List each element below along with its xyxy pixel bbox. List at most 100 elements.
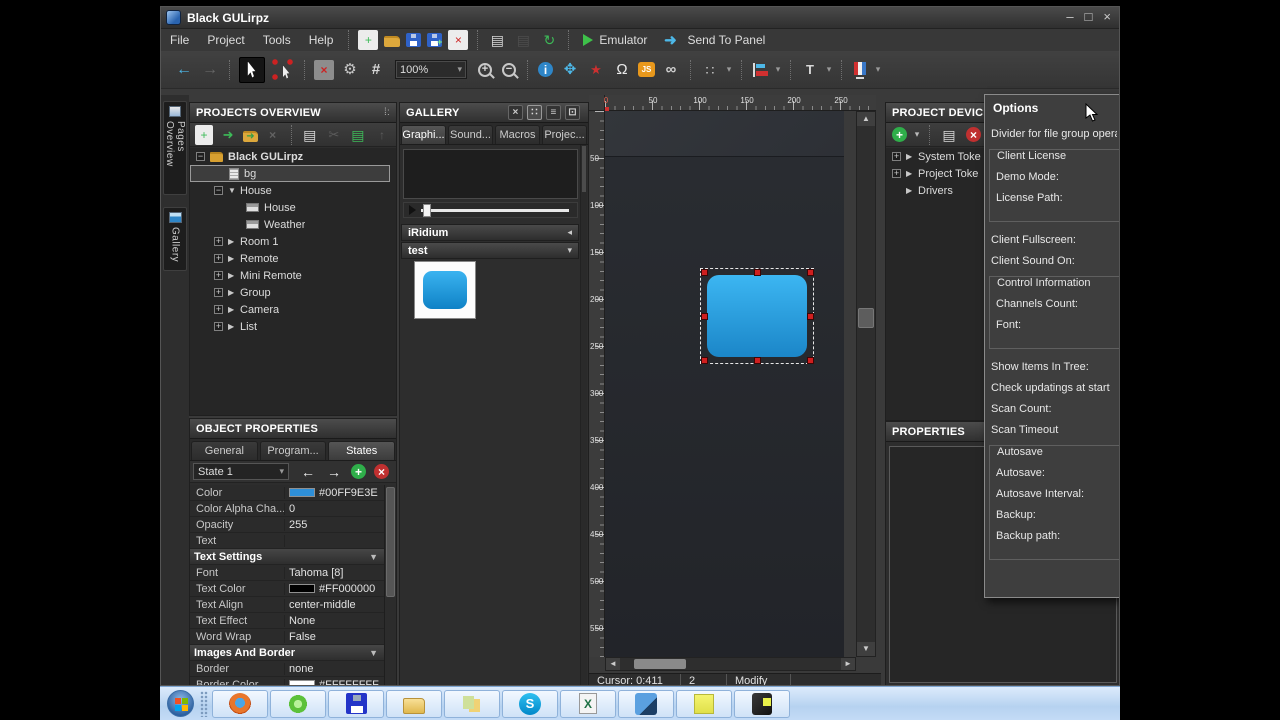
taskbar-item-notes[interactable] bbox=[676, 690, 732, 718]
text-tools-icon[interactable]: T bbox=[800, 60, 820, 80]
gallery-section-test[interactable]: test ▾ bbox=[401, 242, 579, 259]
tree-item-weather[interactable]: Weather bbox=[190, 216, 396, 233]
section-header-text-settings[interactable]: Text Settings▼ bbox=[190, 549, 384, 565]
open-gallery-folder-icon[interactable]: ➜ bbox=[243, 131, 257, 142]
property-value[interactable]: #FFFFFFFF bbox=[285, 679, 384, 687]
menu-file[interactable]: File bbox=[161, 33, 198, 47]
zoom-out-icon[interactable]: − bbox=[502, 63, 516, 77]
property-row-border-color[interactable]: Border Color#FFFFFFFF bbox=[190, 677, 384, 686]
tree-item-room-1[interactable]: +▶Room 1 bbox=[190, 233, 396, 250]
state-colors-icon[interactable] bbox=[851, 61, 869, 79]
clone-driver-icon[interactable]: ▤ bbox=[939, 125, 959, 145]
slider-track[interactable] bbox=[421, 209, 569, 212]
tree-item-bg[interactable]: bg bbox=[190, 165, 390, 182]
expander-plus-icon[interactable]: + bbox=[892, 152, 901, 161]
import-page-icon[interactable]: ➜ bbox=[219, 125, 237, 145]
undo-icon[interactable]: ← bbox=[174, 60, 194, 80]
property-value[interactable]: center-middle bbox=[285, 599, 384, 611]
items-grid-dropdown[interactable]: ▾ bbox=[724, 60, 734, 80]
tab-states[interactable]: States bbox=[328, 441, 395, 460]
scrollbar-thumb[interactable] bbox=[634, 659, 686, 669]
align-tools-dropdown[interactable]: ▾ bbox=[773, 60, 783, 80]
state-select[interactable]: State 1 ▾ bbox=[193, 463, 289, 480]
move-up-icon[interactable]: ↑ bbox=[373, 125, 391, 145]
link-icon[interactable]: ∞ bbox=[661, 60, 681, 80]
page-canvas[interactable] bbox=[605, 111, 844, 657]
option-backup-path[interactable]: Backup path: bbox=[996, 530, 1113, 542]
expander-plus-icon[interactable]: + bbox=[214, 288, 223, 297]
node-select-tool-icon[interactable] bbox=[271, 58, 295, 82]
transform-icon[interactable]: ✥ bbox=[560, 60, 580, 80]
tree-item-remote[interactable]: +▶Remote bbox=[190, 250, 396, 267]
menu-help[interactable]: Help bbox=[300, 33, 343, 47]
copy-icon[interactable]: ▤ bbox=[487, 30, 507, 50]
add-state-icon[interactable]: + bbox=[351, 464, 366, 479]
property-row-text[interactable]: Text bbox=[190, 533, 384, 549]
expander-plus-icon[interactable]: + bbox=[214, 237, 223, 246]
tab-sound[interactable]: Sound... bbox=[448, 125, 493, 144]
paste-page-icon[interactable]: ▤ bbox=[349, 125, 367, 145]
next-state-icon[interactable]: → bbox=[324, 462, 344, 482]
option-channels-count[interactable]: Channels Count: bbox=[996, 298, 1113, 310]
save-icon[interactable] bbox=[406, 33, 421, 47]
option-autosave-interval[interactable]: Autosave Interval: bbox=[996, 488, 1113, 500]
tab-program[interactable]: Program... bbox=[260, 441, 327, 460]
canvas-horizontal-scrollbar[interactable]: ◄ ► bbox=[605, 657, 856, 671]
save-all-icon[interactable]: + bbox=[427, 33, 442, 47]
property-value[interactable]: #FF000000 bbox=[285, 583, 384, 595]
zoom-in-icon[interactable]: + bbox=[478, 63, 492, 77]
expander-minus-icon[interactable]: − bbox=[214, 186, 223, 195]
gallery-close-icon[interactable]: × bbox=[508, 105, 523, 120]
option-autosave[interactable]: Autosave: bbox=[996, 467, 1113, 479]
expander-plus-icon[interactable]: + bbox=[214, 254, 223, 263]
property-row-font[interactable]: FontTahoma [8] bbox=[190, 565, 384, 581]
slider-arrow-icon[interactable] bbox=[409, 205, 416, 215]
taskbar-item-camera[interactable] bbox=[734, 690, 790, 718]
gallery-expand-icon[interactable]: ⊡ bbox=[565, 105, 580, 120]
property-row-color[interactable]: Color#00FF9E3E bbox=[190, 485, 384, 501]
property-grid-scrollbar[interactable] bbox=[384, 485, 396, 686]
open-project-icon[interactable] bbox=[384, 36, 400, 47]
paste-icon[interactable]: ▤ bbox=[513, 30, 533, 50]
property-row-word-wrap[interactable]: Word WrapFalse bbox=[190, 629, 384, 645]
property-row-text-color[interactable]: Text Color#FF000000 bbox=[190, 581, 384, 597]
option-license-path[interactable]: License Path: bbox=[996, 192, 1113, 204]
option-font[interactable]: Font: bbox=[996, 319, 1113, 331]
tree-item-mini-remote[interactable]: +▶Mini Remote bbox=[190, 267, 396, 284]
text-tools-dropdown[interactable]: ▾ bbox=[824, 60, 834, 80]
taskbar-item-tools[interactable] bbox=[618, 690, 674, 718]
gallery-item-thumbnail[interactable] bbox=[414, 261, 476, 319]
slider-thumb[interactable] bbox=[423, 204, 431, 217]
property-row-border[interactable]: Bordernone bbox=[190, 661, 384, 677]
property-value[interactable]: Tahoma [8] bbox=[285, 567, 384, 579]
redo-icon[interactable]: → bbox=[200, 60, 220, 80]
scrollbar-thumb[interactable] bbox=[858, 308, 874, 328]
option-scan-timeout[interactable]: Scan Timeout bbox=[991, 424, 1117, 436]
gallery-list-icon[interactable]: ≡ bbox=[546, 105, 561, 120]
option-divider-for-file-group-operatio[interactable]: Divider for file group operatio bbox=[991, 128, 1117, 140]
close-project-icon[interactable]: × bbox=[448, 30, 468, 50]
color-swatch[interactable] bbox=[289, 488, 315, 497]
property-row-text-align[interactable]: Text Aligncenter-middle bbox=[190, 597, 384, 613]
gallery-section-iridium[interactable]: iRidium ◂ bbox=[401, 224, 579, 241]
taskbar-item-save-tool[interactable] bbox=[328, 690, 384, 718]
select-tool-icon[interactable] bbox=[239, 57, 265, 83]
selection-handle[interactable] bbox=[701, 357, 708, 364]
minimize-button[interactable]: – bbox=[1066, 9, 1073, 24]
relations-icon[interactable]: i bbox=[538, 62, 553, 77]
property-value[interactable]: False bbox=[285, 631, 384, 643]
property-row-opacity[interactable]: Opacity255 bbox=[190, 517, 384, 533]
add-driver-icon[interactable]: + bbox=[892, 127, 907, 142]
tab-macros[interactable]: Macros bbox=[495, 125, 540, 144]
taskbar-item-skype[interactable]: S bbox=[502, 690, 558, 718]
send-to-panel-button[interactable]: Send To Panel bbox=[687, 33, 765, 47]
gallery-zoom-slider[interactable] bbox=[403, 202, 578, 218]
new-project-icon[interactable]: + bbox=[358, 30, 378, 50]
delete-driver-icon[interactable]: × bbox=[966, 127, 981, 142]
expander-plus-icon[interactable]: + bbox=[214, 322, 223, 331]
scroll-up-icon[interactable]: ▲ bbox=[857, 112, 875, 126]
expander-minus-icon[interactable]: − bbox=[196, 152, 205, 161]
prev-state-icon[interactable]: ← bbox=[298, 462, 318, 482]
copy-page-icon[interactable]: ▤ bbox=[301, 125, 319, 145]
scroll-down-icon[interactable]: ▼ bbox=[857, 642, 875, 656]
